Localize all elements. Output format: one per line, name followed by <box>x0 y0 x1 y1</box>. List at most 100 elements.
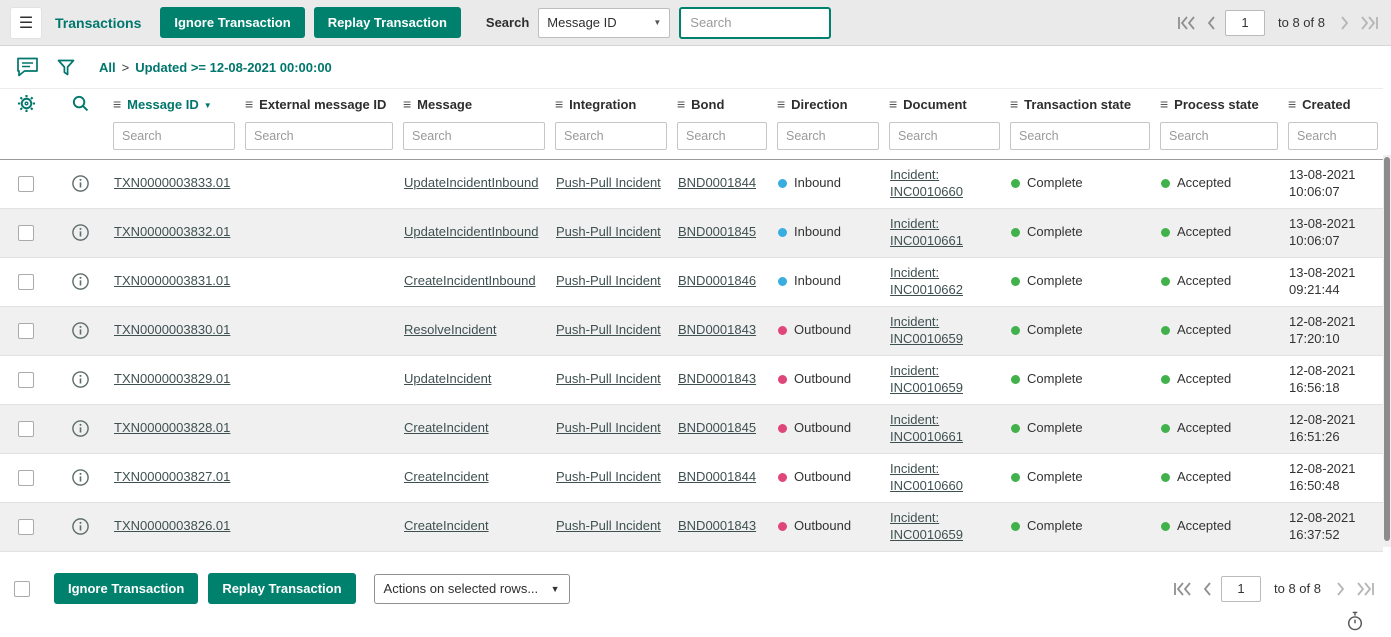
row-checkbox[interactable] <box>18 274 34 290</box>
message-id-link[interactable]: TXN0000003831.01 <box>114 273 230 288</box>
row-checkbox[interactable] <box>18 372 34 388</box>
column-search-toggle-button[interactable] <box>68 91 93 116</box>
column-header-message[interactable]: ≡Message <box>398 89 550 119</box>
integration-link[interactable]: Push-Pull Incident <box>556 518 661 533</box>
footer-last-page-button[interactable] <box>1355 580 1377 598</box>
scrollbar-thumb[interactable] <box>1384 157 1390 541</box>
first-page-button[interactable] <box>1175 14 1197 32</box>
column-menu-icon[interactable]: ≡ <box>1288 96 1296 112</box>
search-field-select[interactable]: Message ID ▼ <box>538 8 670 38</box>
column-header-external-message-id[interactable]: ≡External message ID <box>240 89 398 119</box>
integration-link[interactable]: Push-Pull Incident <box>556 469 661 484</box>
row-checkbox[interactable] <box>18 225 34 241</box>
last-page-button[interactable] <box>1359 14 1381 32</box>
vertical-scrollbar[interactable] <box>1383 155 1391 547</box>
message-id-link[interactable]: TXN0000003833.01 <box>114 175 230 190</box>
column-search-input-message[interactable] <box>403 122 545 150</box>
filter-button[interactable] <box>53 55 79 80</box>
bond-link[interactable]: BND0001844 <box>678 469 756 484</box>
message-id-link[interactable]: TXN0000003830.01 <box>114 322 230 337</box>
integration-link[interactable]: Push-Pull Incident <box>556 322 661 337</box>
list-personalization-button[interactable] <box>14 91 39 116</box>
message-link[interactable]: CreateIncident <box>404 420 489 435</box>
column-search-input-transaction-state[interactable] <box>1010 122 1150 150</box>
replay-transaction-button[interactable]: Replay Transaction <box>314 7 461 38</box>
message-id-link[interactable]: TXN0000003827.01 <box>114 469 230 484</box>
message-link[interactable]: CreateIncident <box>404 469 489 484</box>
message-link[interactable]: UpdateIncidentInbound <box>404 175 538 190</box>
integration-link[interactable]: Push-Pull Incident <box>556 273 661 288</box>
record-preview-button[interactable] <box>71 223 90 242</box>
document-link[interactable]: Incident: INC0010659 <box>890 314 963 346</box>
column-header-created[interactable]: ≡Created <box>1283 89 1383 119</box>
column-menu-icon[interactable]: ≡ <box>777 96 785 112</box>
column-header-transaction-state[interactable]: ≡Transaction state <box>1005 89 1155 119</box>
record-preview-button[interactable] <box>71 468 90 487</box>
record-preview-button[interactable] <box>71 321 90 340</box>
footer-page-input[interactable] <box>1221 576 1261 602</box>
actions-on-selected-rows-select[interactable]: Actions on selected rows... ▼ <box>374 574 570 604</box>
bond-link[interactable]: BND0001845 <box>678 224 756 239</box>
collaboration-chat-button[interactable] <box>12 53 43 81</box>
integration-link[interactable]: Push-Pull Incident <box>556 175 661 190</box>
row-checkbox[interactable] <box>18 519 34 535</box>
record-preview-button[interactable] <box>71 370 90 389</box>
footer-first-page-button[interactable] <box>1171 580 1193 598</box>
document-link[interactable]: Incident: INC0010659 <box>890 363 963 395</box>
document-link[interactable]: Incident: INC0010661 <box>890 412 963 444</box>
bond-link[interactable]: BND0001843 <box>678 518 756 533</box>
next-page-button[interactable] <box>1338 14 1352 32</box>
document-link[interactable]: Incident: INC0010660 <box>890 461 963 493</box>
column-search-input-process-state[interactable] <box>1160 122 1278 150</box>
record-preview-button[interactable] <box>71 174 90 193</box>
document-link[interactable]: Incident: INC0010660 <box>890 167 963 199</box>
integration-link[interactable]: Push-Pull Incident <box>556 420 661 435</box>
message-id-link[interactable]: TXN0000003826.01 <box>114 518 230 533</box>
column-menu-icon[interactable]: ≡ <box>555 96 563 112</box>
row-checkbox[interactable] <box>18 176 34 192</box>
column-menu-icon[interactable]: ≡ <box>677 96 685 112</box>
column-header-message-id[interactable]: ≡Message ID▼ <box>108 89 240 119</box>
previous-page-button[interactable] <box>1204 14 1218 32</box>
column-header-integration[interactable]: ≡Integration <box>550 89 672 119</box>
global-search-input[interactable] <box>679 7 831 39</box>
page-title-link[interactable]: Transactions <box>55 15 141 31</box>
message-id-link[interactable]: TXN0000003832.01 <box>114 224 230 239</box>
document-link[interactable]: Incident: INC0010662 <box>890 265 963 297</box>
message-link[interactable]: CreateIncidentInbound <box>404 273 536 288</box>
record-preview-button[interactable] <box>71 517 90 536</box>
message-link[interactable]: ResolveIncident <box>404 322 497 337</box>
column-search-input-document[interactable] <box>889 122 1000 150</box>
response-time-indicator[interactable] <box>1346 611 1364 634</box>
breadcrumb-all-link[interactable]: All <box>99 60 116 75</box>
column-header-bond[interactable]: ≡Bond <box>672 89 772 119</box>
bond-link[interactable]: BND0001846 <box>678 273 756 288</box>
bond-link[interactable]: BND0001844 <box>678 175 756 190</box>
row-checkbox[interactable] <box>18 470 34 486</box>
column-menu-icon[interactable]: ≡ <box>245 96 253 112</box>
column-menu-icon[interactable]: ≡ <box>889 96 897 112</box>
message-id-link[interactable]: TXN0000003828.01 <box>114 420 230 435</box>
column-search-input-integration[interactable] <box>555 122 667 150</box>
breadcrumb-filter-condition-link[interactable]: Updated >= 12-08-2021 00:00:00 <box>135 60 332 75</box>
footer-previous-page-button[interactable] <box>1200 580 1214 598</box>
column-search-input-direction[interactable] <box>777 122 879 150</box>
column-search-input-bond[interactable] <box>677 122 767 150</box>
column-search-input-message-id[interactable] <box>113 122 235 150</box>
bond-link[interactable]: BND0001843 <box>678 371 756 386</box>
column-menu-icon[interactable]: ≡ <box>113 96 121 112</box>
footer-replay-transaction-button[interactable]: Replay Transaction <box>208 573 355 604</box>
column-header-process-state[interactable]: ≡Process state <box>1155 89 1283 119</box>
message-id-link[interactable]: TXN0000003829.01 <box>114 371 230 386</box>
hamburger-menu-button[interactable]: ☰ <box>10 7 42 39</box>
message-link[interactable]: UpdateIncident <box>404 371 491 386</box>
column-menu-icon[interactable]: ≡ <box>1160 96 1168 112</box>
document-link[interactable]: Incident: INC0010659 <box>890 510 963 542</box>
page-input[interactable] <box>1225 10 1265 36</box>
column-search-input-external-message-id[interactable] <box>245 122 393 150</box>
integration-link[interactable]: Push-Pull Incident <box>556 224 661 239</box>
record-preview-button[interactable] <box>71 419 90 438</box>
column-menu-icon[interactable]: ≡ <box>1010 96 1018 112</box>
message-link[interactable]: CreateIncident <box>404 518 489 533</box>
bond-link[interactable]: BND0001843 <box>678 322 756 337</box>
